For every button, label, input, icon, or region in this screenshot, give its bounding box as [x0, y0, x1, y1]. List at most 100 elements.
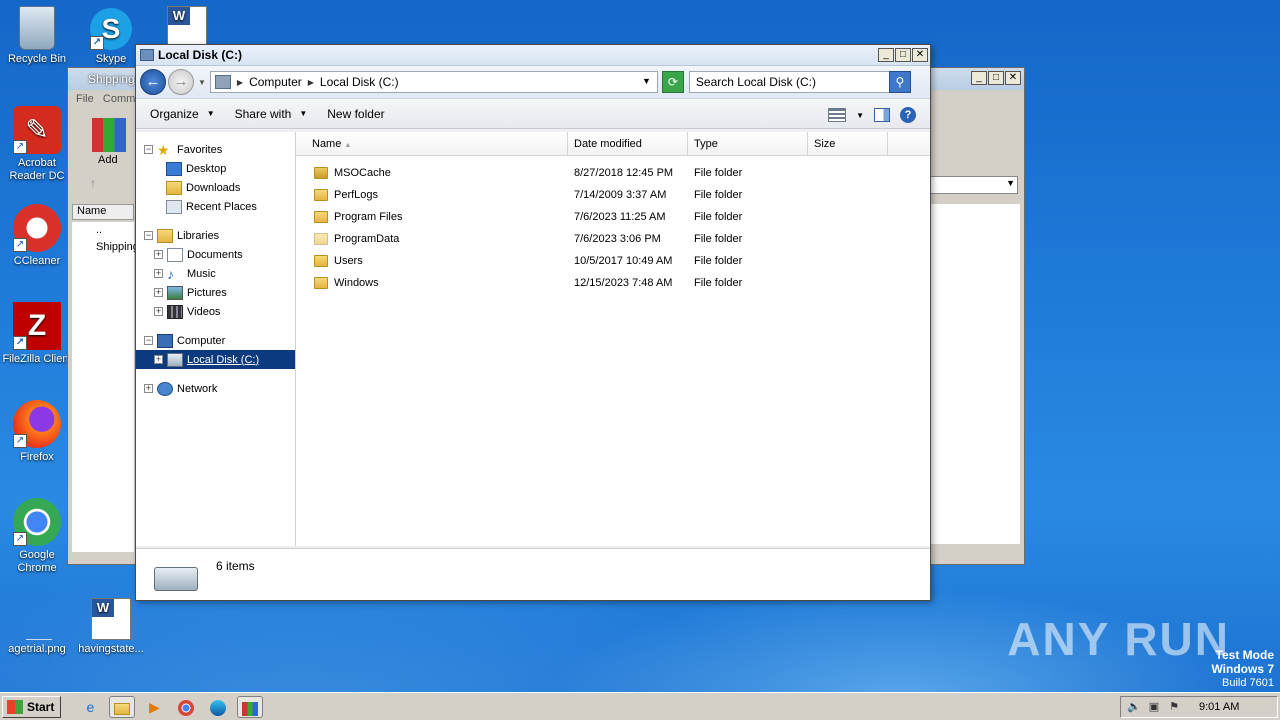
nav-recent-places[interactable]: Recent Places — [136, 197, 295, 216]
image-file-icon — [26, 598, 52, 640]
hidden-folder-icon — [314, 233, 328, 245]
list-item[interactable]: .. — [96, 222, 134, 239]
breadcrumb-computer[interactable]: Computer — [249, 75, 302, 89]
up-arrow-icon[interactable]: ↑ — [90, 176, 96, 190]
column-date-modified[interactable]: Date modified — [568, 131, 688, 156]
breadcrumb-arrow-icon[interactable]: ▶ — [308, 78, 314, 87]
winrar-file-list[interactable]: .. Shipping — [72, 222, 139, 552]
search-input[interactable]: Search Local Disk (C:) ⚲ — [688, 71, 911, 93]
expand-icon[interactable]: + — [154, 307, 163, 316]
list-item[interactable]: Shipping — [96, 239, 139, 256]
new-folder-button[interactable]: New folder — [327, 107, 384, 121]
winrar-add-icon[interactable] — [92, 118, 126, 152]
share-with-button[interactable]: Share with ▼ — [235, 107, 308, 121]
chevron-down-icon[interactable]: ▼ — [856, 111, 864, 120]
navigation-pane[interactable]: − ★ Favorites Desktop Downloads Recent P… — [136, 132, 296, 546]
desktop-icon-havingstate[interactable]: W havingstate... — [74, 598, 148, 656]
network-tray-icon[interactable]: ▣ — [1147, 701, 1161, 713]
table-row[interactable]: ProgramData 7/6/2023 3:06 PM File folder — [296, 228, 930, 250]
winrar-menu: File Comm — [76, 93, 135, 105]
desktop-icon-agetrial[interactable]: agetrial.png — [0, 598, 74, 656]
nav-network[interactable]: + Network — [136, 379, 295, 398]
close-button[interactable]: ✕ — [912, 48, 928, 62]
winrar-taskbar-icon[interactable] — [237, 695, 264, 718]
winrar-path-dropdown[interactable]: ▼ — [930, 176, 1018, 194]
help-icon[interactable]: ? — [900, 107, 916, 123]
expand-icon[interactable]: + — [144, 384, 153, 393]
title-bar[interactable]: Local Disk (C:) — [136, 45, 930, 66]
acrobat-icon: ✎ ↗ — [13, 106, 61, 154]
nav-videos[interactable]: + Videos — [136, 302, 295, 321]
start-button[interactable]: Start — [2, 695, 62, 718]
column-name[interactable]: Name ▲ — [296, 131, 568, 156]
menu-file[interactable]: File — [76, 93, 94, 105]
address-bar[interactable]: ▶ Computer ▶ Local Disk (C:) ▼ — [209, 71, 658, 93]
word-document-icon: W — [91, 598, 131, 640]
file-explorer-icon[interactable] — [109, 695, 136, 718]
nav-computer[interactable]: − Computer — [136, 331, 295, 350]
nav-desktop[interactable]: Desktop — [136, 159, 295, 178]
expand-icon[interactable]: + — [154, 288, 163, 297]
media-player-icon[interactable]: ▶ — [141, 696, 167, 718]
nav-pictures[interactable]: + Pictures — [136, 283, 295, 302]
winrar-add-label: Add — [98, 154, 118, 166]
maximize-button[interactable]: □ — [895, 48, 911, 62]
nav-favorites[interactable]: − ★ Favorites — [136, 140, 295, 159]
explorer-window[interactable]: Local Disk (C:) _ □ ✕ ← → ▼ ▶ Computer ▶… — [135, 44, 931, 601]
table-row[interactable]: MSOCache 8/27/2018 12:45 PM File folder — [296, 162, 930, 184]
menu-commands[interactable]: Comm — [103, 93, 135, 105]
table-row[interactable]: Windows 12/15/2023 7:48 AM File folder — [296, 272, 930, 294]
winrar-col-name[interactable]: Name — [72, 204, 134, 220]
maximize-button[interactable]: □ — [988, 71, 1004, 85]
table-row[interactable]: PerfLogs 7/14/2009 3:37 AM File folder — [296, 184, 930, 206]
forward-button[interactable]: → — [168, 69, 194, 95]
column-size[interactable]: Size — [808, 131, 888, 156]
desktop-icon-acrobat[interactable]: ✎ ↗ Acrobat Reader DC — [0, 106, 74, 183]
desktop-icon-chrome[interactable]: ↗ Google Chrome — [0, 498, 74, 575]
minimize-button[interactable]: _ — [971, 71, 987, 85]
desktop-icon-filezilla[interactable]: Z ↗ FileZilla Client — [0, 302, 74, 366]
collapse-icon[interactable]: − — [144, 231, 153, 240]
back-button[interactable]: ← — [140, 69, 166, 95]
breadcrumb-local-disk[interactable]: Local Disk (C:) — [320, 75, 399, 89]
close-button[interactable]: ✕ — [1005, 71, 1021, 85]
expand-icon[interactable]: + — [154, 250, 163, 259]
table-row[interactable]: Program Files 7/6/2023 11:25 AM File fol… — [296, 206, 930, 228]
refresh-button[interactable]: ⟳ — [661, 71, 684, 93]
desktop-icon-firefox[interactable]: ↗ Firefox — [0, 400, 74, 464]
nav-documents[interactable]: + Documents — [136, 245, 295, 264]
collapse-icon[interactable]: − — [144, 145, 153, 154]
nav-libraries[interactable]: − Libraries — [136, 226, 295, 245]
chevron-down-icon[interactable]: ▼ — [642, 76, 651, 86]
desktop-icon-ccleaner[interactable]: ↗ CCleaner — [0, 204, 74, 268]
chrome-taskbar-icon[interactable] — [173, 696, 199, 718]
recent-pages-dropdown[interactable]: ▼ — [198, 78, 206, 87]
collapse-icon[interactable]: − — [144, 336, 153, 345]
internet-explorer-icon[interactable]: e — [77, 696, 103, 718]
column-type[interactable]: Type — [688, 131, 808, 156]
recent-places-icon — [166, 199, 182, 214]
view-options-icon[interactable] — [828, 108, 847, 122]
breadcrumb-arrow-icon[interactable]: ▶ — [237, 78, 243, 87]
file-list[interactable]: Name ▲ Date modified Type Size MSOCache … — [296, 131, 930, 546]
organize-button[interactable]: Organize ▼ — [150, 107, 215, 121]
search-placeholder: Search Local Disk (C:) — [695, 75, 816, 89]
pictures-icon — [167, 285, 183, 300]
preview-pane-icon[interactable] — [874, 108, 890, 122]
volume-icon[interactable]: 🔈 — [1127, 701, 1141, 713]
clock[interactable]: 9:01 AM — [1199, 701, 1239, 713]
firefox-icon: ↗ — [13, 400, 61, 448]
search-icon[interactable]: ⚲ — [888, 71, 911, 93]
expand-icon[interactable]: + — [154, 355, 163, 364]
action-center-flag-icon[interactable]: ⚑ — [1167, 701, 1181, 713]
desktop-icon-word-doc[interactable]: W — [150, 6, 224, 49]
edge-icon[interactable] — [205, 696, 231, 718]
nav-downloads[interactable]: Downloads — [136, 178, 295, 197]
expand-icon[interactable]: + — [154, 269, 163, 278]
local-disk-icon — [167, 352, 183, 367]
desktop-icon-recycle-bin[interactable]: Recycle Bin — [0, 6, 74, 66]
nav-local-disk[interactable]: + Local Disk (C:) — [136, 350, 295, 369]
minimize-button[interactable]: _ — [878, 48, 894, 62]
table-row[interactable]: Users 10/5/2017 10:49 AM File folder — [296, 250, 930, 272]
nav-music[interactable]: + ♪ Music — [136, 264, 295, 283]
